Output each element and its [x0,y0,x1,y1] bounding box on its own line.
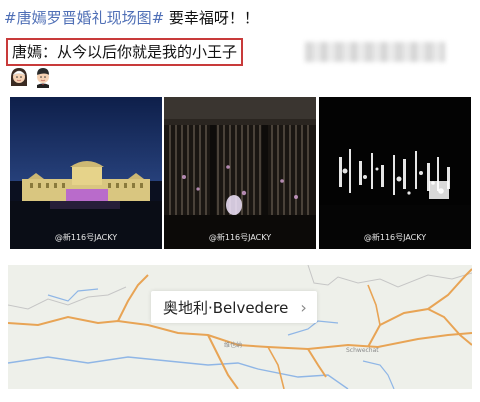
photo-sparkle-lights[interactable]: @新116号JACKY [319,97,471,249]
quote-highlight: 唐嫣：从今以后你就是我的小王子 [6,38,244,66]
sparkle-image [319,97,471,249]
groom-emoji-icon [37,68,49,88]
photo-watermark: @新116号JACKY [208,233,272,242]
photo-watermark: @新116号JACKY [54,233,118,242]
map-background [8,265,472,389]
quote-text: 唐嫣：从今以后你就是我的小王子 [12,43,238,61]
location-map-card[interactable]: 奥地利·Belvedere › 维也纳 Schwechat [8,265,472,389]
hashtag-link[interactable]: #唐嫣罗晋婚礼现场图# [4,9,164,27]
map-label-schwechat: Schwechat [346,347,379,354]
bride-emoji-icon [11,68,27,86]
headline-text: 要幸福呀！！ [164,9,259,27]
chevron-right-icon: › [300,297,307,317]
location-chip[interactable]: 奥地利·Belvedere › [151,291,317,323]
curtain-image [164,97,316,249]
palace-image [10,97,162,249]
location-label: 奥地利·Belvedere [163,298,289,317]
photo-curtain-lights[interactable]: @新116号JACKY [164,97,316,249]
photo-watermark: @新116号JACKY [363,233,427,242]
map-label-vienna: 维也纳 [224,342,243,349]
blurred-text [305,42,445,62]
post-headline: #唐嫣罗晋婚礼现场图# 要幸福呀！！ [4,8,259,28]
photo-palace-night[interactable]: @新116号JACKY [10,97,162,249]
